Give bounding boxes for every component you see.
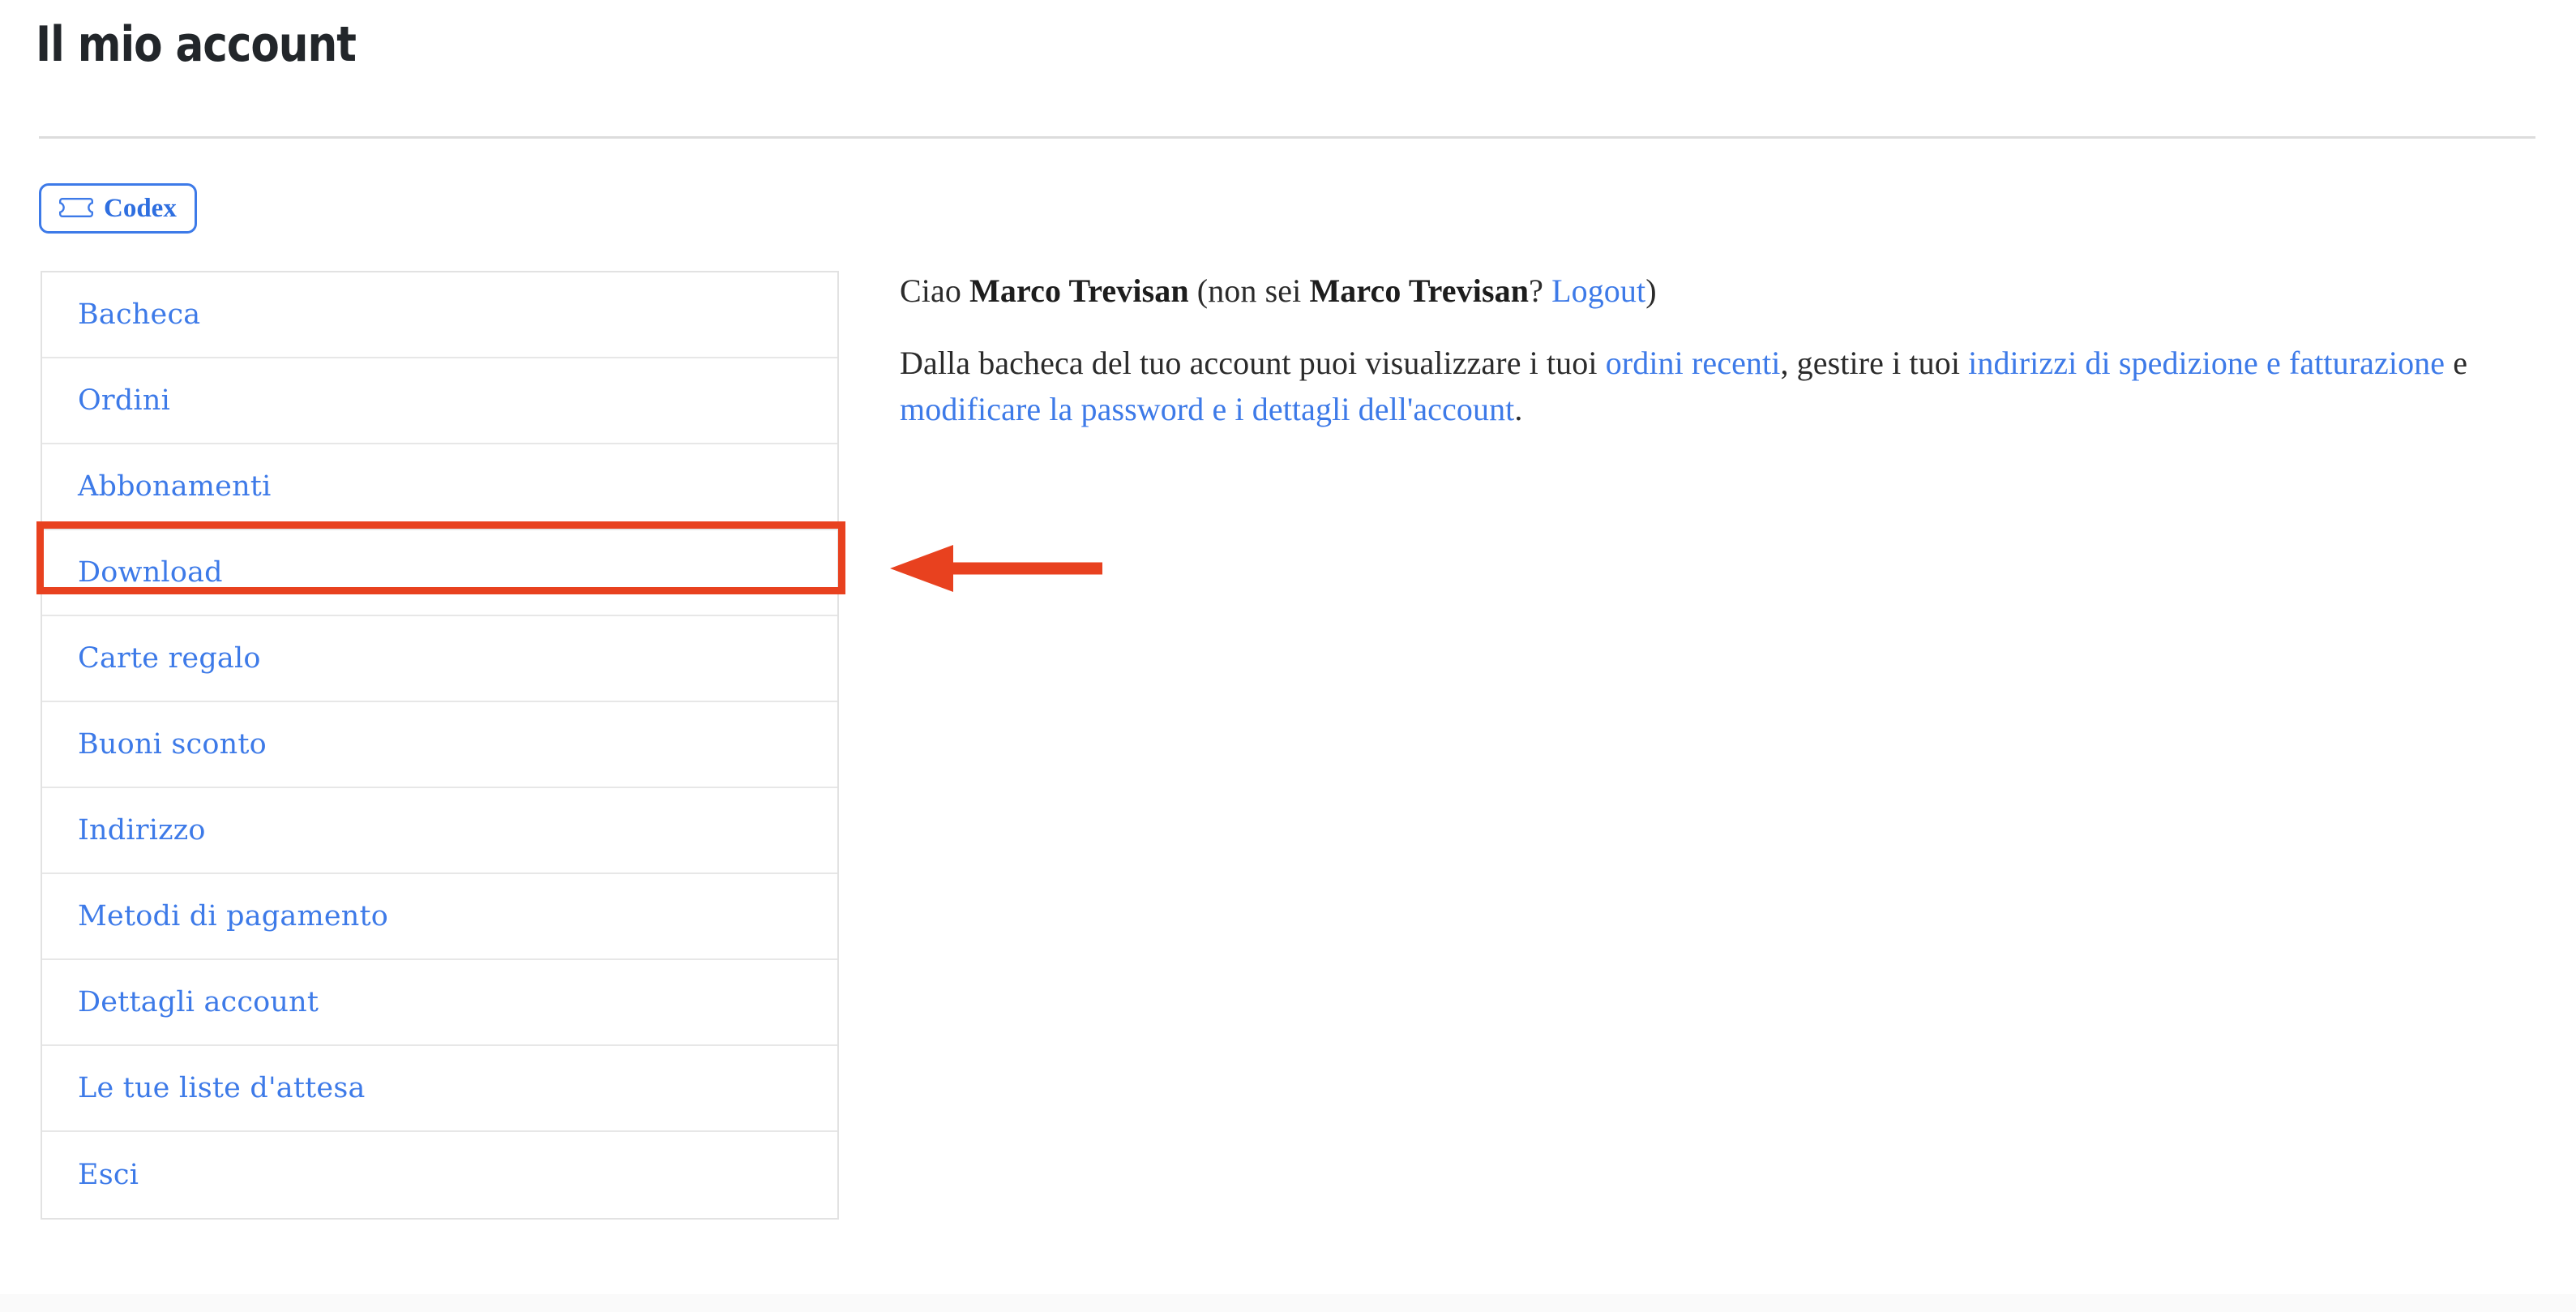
- sidebar-item-label: Ordini: [78, 384, 170, 417]
- sidebar-item-label: Le tue liste d'attesa: [78, 1071, 366, 1104]
- greeting-user-name: Marco Trevisan: [969, 272, 1189, 309]
- intro-part-2: , gestire i tuoi: [1780, 345, 1969, 381]
- sidebar-item-label: Bacheca: [78, 298, 201, 331]
- page-title: Il mio account: [36, 16, 357, 73]
- sidebar-item-label: Abbonamenti: [78, 469, 272, 503]
- edit-account-link[interactable]: modificare la password e i dettagli dell…: [900, 391, 1514, 427]
- sidebar-item-buoni-sconto[interactable]: Buoni sconto: [42, 702, 837, 788]
- dashboard-intro-paragraph: Dalla bacheca del tuo account puoi visua…: [900, 340, 2472, 432]
- sidebar-item-label: Esci: [78, 1158, 139, 1191]
- logout-link[interactable]: Logout: [1551, 272, 1645, 309]
- sidebar-item-esci[interactable]: Esci: [42, 1132, 837, 1218]
- ticket-icon: [59, 198, 93, 217]
- sidebar-item-carte-regalo[interactable]: Carte regalo: [42, 616, 837, 702]
- intro-part-3: e: [2445, 345, 2468, 381]
- greeting-line: Ciao Marco Trevisan (non sei Marco Trevi…: [900, 268, 2529, 314]
- sidebar-item-indirizzo[interactable]: Indirizzo: [42, 788, 837, 874]
- intro-part-1: Dalla bacheca del tuo account puoi visua…: [900, 345, 1606, 381]
- sidebar-item-label: Download: [78, 555, 223, 589]
- account-nav: Bacheca Ordini Abbonamenti Download Cart…: [41, 271, 839, 1220]
- sidebar-item-label: Metodi di pagamento: [78, 899, 389, 933]
- sidebar-item-label: Dettagli account: [78, 985, 319, 1018]
- sidebar-item-liste-attesa[interactable]: Le tue liste d'attesa: [42, 1046, 837, 1132]
- sidebar-item-label: Indirizzo: [78, 813, 206, 847]
- sidebar-item-bacheca[interactable]: Bacheca: [42, 272, 837, 358]
- intro-part-4: .: [1514, 391, 1523, 427]
- addresses-link[interactable]: indirizzi di spedizione e fatturazione: [1968, 345, 2445, 381]
- codex-button-label: Codex: [104, 193, 177, 223]
- footer-strip: [0, 1294, 2576, 1312]
- recent-orders-link[interactable]: ordini recenti: [1606, 345, 1781, 381]
- greeting-user-name-alt: Marco Trevisan: [1309, 272, 1530, 309]
- sidebar-item-label: Buoni sconto: [78, 727, 267, 761]
- account-dashboard-content: Ciao Marco Trevisan (non sei Marco Trevi…: [900, 268, 2529, 432]
- greeting-prefix: Ciao: [900, 272, 970, 309]
- codex-button[interactable]: Codex: [39, 183, 197, 234]
- sidebar-item-ordini[interactable]: Ordini: [42, 358, 837, 444]
- sidebar-item-label: Carte regalo: [78, 641, 261, 675]
- title-divider: [39, 136, 2535, 139]
- greeting-middle: (non sei: [1188, 272, 1310, 309]
- sidebar-item-download[interactable]: Download: [42, 530, 837, 616]
- greeting-question: ?: [1529, 272, 1552, 309]
- annotation-arrow-icon: [890, 545, 1102, 592]
- sidebar-item-abbonamenti[interactable]: Abbonamenti: [42, 444, 837, 530]
- sidebar-item-metodi-di-pagamento[interactable]: Metodi di pagamento: [42, 874, 837, 960]
- greeting-suffix: ): [1645, 272, 1657, 309]
- sidebar-item-dettagli-account[interactable]: Dettagli account: [42, 960, 837, 1046]
